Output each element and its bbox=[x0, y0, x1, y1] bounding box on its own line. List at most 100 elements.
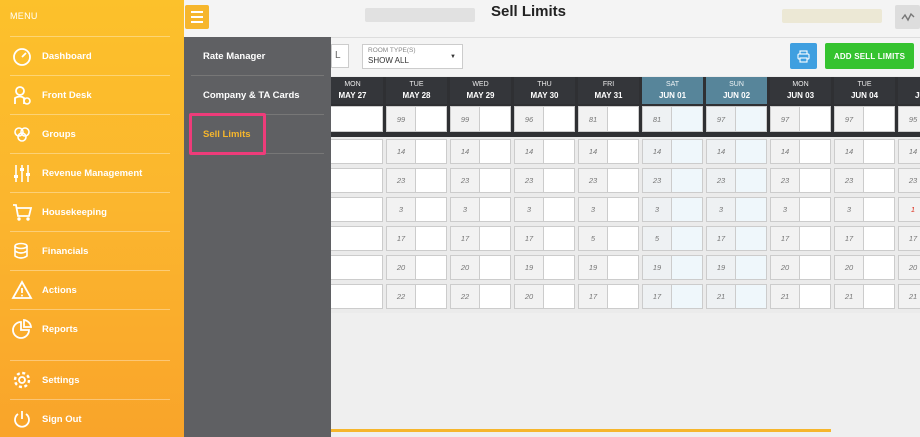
sell-limit-cell[interactable]: 14 bbox=[898, 139, 920, 164]
sell-limit-cell[interactable]: 22 bbox=[450, 284, 511, 309]
sidebar-item-housekeeping[interactable]: Housekeeping bbox=[10, 192, 170, 231]
sell-limit-cell[interactable]: 3 bbox=[450, 197, 511, 222]
sell-limit-cell[interactable]: 19 bbox=[706, 255, 767, 280]
sell-limit-cell[interactable]: 14 bbox=[834, 139, 895, 164]
sidebar-item-sign-out[interactable]: Sign Out bbox=[10, 399, 170, 437]
sell-limit-cell[interactable]: 3 bbox=[770, 197, 831, 222]
total-cell[interactable]: 99 bbox=[450, 106, 511, 132]
sell-limit-cell[interactable]: 22 bbox=[386, 284, 447, 309]
sell-limit-cell[interactable]: 14 bbox=[706, 139, 767, 164]
total-cell[interactable]: 97 bbox=[706, 106, 767, 132]
sell-limit-cell[interactable]: 21 bbox=[898, 284, 920, 309]
sell-limit-cell[interactable]: 14 bbox=[450, 139, 511, 164]
sell-limit-cell[interactable]: 14 bbox=[642, 139, 703, 164]
sell-limit-cell[interactable] bbox=[331, 226, 383, 251]
sidebar-item-settings[interactable]: Settings bbox=[10, 360, 170, 399]
sell-limit-cell[interactable]: 14 bbox=[578, 139, 639, 164]
sell-limit-cell[interactable]: 23 bbox=[514, 168, 575, 193]
sell-limit-cell[interactable]: 19 bbox=[514, 255, 575, 280]
submenu-item-rate-manager[interactable]: Rate Manager bbox=[191, 37, 324, 76]
sidebar-item-revenue-management[interactable]: Revenue Management bbox=[10, 153, 170, 192]
sell-limit-cell[interactable] bbox=[331, 255, 383, 280]
sell-limit-cell[interactable]: 14 bbox=[770, 139, 831, 164]
activity-graph-button[interactable] bbox=[895, 5, 920, 29]
available-rooms-value: 3 bbox=[643, 198, 672, 221]
sell-limit-cell[interactable]: 20 bbox=[770, 255, 831, 280]
sell-limit-cell[interactable]: 23 bbox=[578, 168, 639, 193]
total-cell[interactable]: 81 bbox=[642, 106, 703, 132]
sell-limit-cell[interactable]: 3 bbox=[386, 197, 447, 222]
dashboard-icon bbox=[11, 45, 33, 67]
day-of-week: TUE bbox=[857, 81, 872, 88]
sell-limit-cell[interactable]: 17 bbox=[770, 226, 831, 251]
sell-limit-cell[interactable]: 17 bbox=[578, 284, 639, 309]
sell-limit-cell[interactable]: 5 bbox=[578, 226, 639, 251]
total-cell[interactable]: 81 bbox=[578, 106, 639, 132]
sell-limit-cell[interactable]: 23 bbox=[834, 168, 895, 193]
hamburger-menu-button[interactable] bbox=[185, 5, 209, 29]
sell-limit-cell[interactable] bbox=[331, 168, 383, 193]
menu-bar-icon bbox=[191, 11, 203, 13]
sell-limit-cell[interactable]: 3 bbox=[706, 197, 767, 222]
sidebar-item-actions[interactable]: Actions bbox=[10, 270, 170, 309]
sell-limit-cell[interactable]: 20 bbox=[898, 255, 920, 280]
sell-limit-cell[interactable]: 3 bbox=[578, 197, 639, 222]
available-rooms-value: 23 bbox=[771, 169, 800, 192]
sell-limit-cell[interactable]: 14 bbox=[386, 139, 447, 164]
sell-limit-cell[interactable]: 17 bbox=[834, 226, 895, 251]
sell-limit-cell[interactable]: 3 bbox=[514, 197, 575, 222]
column-date: JUN 02 bbox=[722, 91, 751, 100]
sell-limit-cell[interactable]: 23 bbox=[898, 168, 920, 193]
total-cell[interactable]: 97 bbox=[834, 106, 895, 132]
sidebar-item-reports[interactable]: Reports bbox=[10, 309, 170, 348]
sell-limit-cell[interactable]: 19 bbox=[642, 255, 703, 280]
day-of-week: FRI bbox=[602, 81, 615, 88]
sell-limit-cell[interactable]: 23 bbox=[706, 168, 767, 193]
sell-limit-cell[interactable]: 21 bbox=[706, 284, 767, 309]
sell-limit-cell[interactable]: 17 bbox=[386, 226, 447, 251]
sell-limits-grid: MON MAY 27 TUE MAY 28 WED MAY 29 THU MAY 30 FRI M… bbox=[331, 77, 920, 313]
sell-limit-cell[interactable] bbox=[331, 139, 383, 164]
sell-limit-cell[interactable]: 20 bbox=[834, 255, 895, 280]
sell-limit-cell[interactable]: 23 bbox=[450, 168, 511, 193]
sidebar-item-financials[interactable]: Financials bbox=[10, 231, 170, 270]
sell-limit-cell[interactable]: 20 bbox=[514, 284, 575, 309]
sidebar-item-front-desk[interactable]: Front Desk bbox=[10, 75, 170, 114]
add-sell-limits-button[interactable]: ADD SELL LIMITS bbox=[825, 43, 914, 69]
sidebar-item-groups[interactable]: Groups bbox=[10, 114, 170, 153]
sell-limit-cell[interactable]: 3 bbox=[642, 197, 703, 222]
sell-limit-cell[interactable]: 23 bbox=[386, 168, 447, 193]
print-button[interactable] bbox=[790, 43, 817, 69]
filter-field[interactable]: L bbox=[331, 44, 349, 68]
sell-limit-cell[interactable]: 17 bbox=[898, 226, 920, 251]
sell-limit-cell[interactable]: 20 bbox=[450, 255, 511, 280]
total-cell[interactable]: 95 bbox=[898, 106, 920, 132]
sell-limit-cell[interactable]: 21 bbox=[834, 284, 895, 309]
sell-limit-cell[interactable] bbox=[331, 284, 383, 309]
total-cell[interactable] bbox=[331, 106, 383, 132]
submenu-item-company-ta-cards[interactable]: Company & TA Cards bbox=[191, 76, 324, 115]
sell-limit-cell[interactable]: 17 bbox=[642, 284, 703, 309]
sidebar-item-label: Settings bbox=[42, 374, 80, 386]
total-cell[interactable]: 96 bbox=[514, 106, 575, 132]
sell-limit-cell[interactable]: 17 bbox=[514, 226, 575, 251]
total-cell[interactable]: 99 bbox=[386, 106, 447, 132]
sidebar-item-dashboard[interactable]: Dashboard bbox=[10, 36, 170, 75]
sell-limit-cell[interactable]: 3 bbox=[834, 197, 895, 222]
day-of-week: TUE bbox=[409, 81, 424, 88]
sell-limit-cell[interactable]: 5 bbox=[642, 226, 703, 251]
room-type-select[interactable]: ROOM TYPE(S) SHOW ALL ▼ bbox=[362, 44, 463, 69]
sell-limit-cell[interactable]: 20 bbox=[386, 255, 447, 280]
sell-limit-cell[interactable] bbox=[331, 197, 383, 222]
sell-limit-cell[interactable]: 17 bbox=[450, 226, 511, 251]
sell-limit-cell[interactable]: 23 bbox=[642, 168, 703, 193]
total-cell[interactable]: 97 bbox=[770, 106, 831, 132]
sell-limit-cell[interactable]: 14 bbox=[514, 139, 575, 164]
sell-limit-cell[interactable]: 17 bbox=[706, 226, 767, 251]
sell-limit-cell[interactable]: 23 bbox=[770, 168, 831, 193]
available-rooms-value: 20 bbox=[899, 256, 920, 279]
sell-limit-cell[interactable]: 21 bbox=[770, 284, 831, 309]
sell-limit-cell[interactable]: 19 bbox=[578, 255, 639, 280]
sell-limit-cell[interactable]: 1 bbox=[898, 197, 920, 222]
available-rooms-value: 19 bbox=[579, 256, 608, 279]
